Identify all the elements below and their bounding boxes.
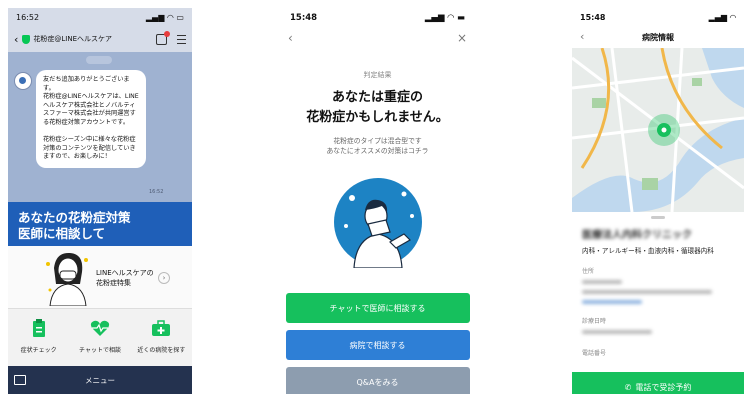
clipboard-icon [32,319,45,337]
menu-find-hospital[interactable]: 近くの病院を探す [131,309,192,367]
back-chevron-icon[interactable]: ‹ [14,33,18,46]
rich-menu: 症状チェック チャットで相談 近くの病院を探す [8,308,192,367]
signal-wifi-battery-icon: ▂▄▆ ◠ ▭ [145,12,184,22]
account-title: 花粉症@LINEヘルスケア [22,34,152,44]
sheet-handle[interactable] [651,216,665,219]
menu-label: 症状チェック [20,347,57,354]
keyboard-icon[interactable] [14,375,26,385]
bottom-menu-label: メニュー [85,375,115,385]
result-title: あなたは重症の 花粉症かもしれません。 [306,90,449,125]
sneezing-man-illustration [334,178,422,268]
menu-symptom-check[interactable]: 症状チェック [8,309,69,367]
account-name: 花粉症@LINEヘルスケア [33,35,113,43]
signal-wifi-battery-icon: ▂▄▆ ◠ ▬ [424,13,465,23]
address-line [582,290,712,294]
medical-kit-icon [152,320,171,336]
message-bubble: 友だち追加ありがとうございます。 花粉症@LINEヘルスケアは、LINEヘルスケ… [36,70,146,168]
hours-label: 診療日時 [582,318,607,325]
status-time: 15:48 [290,13,318,23]
hamburger-menu-icon[interactable] [177,34,186,44]
chat-doctor-button[interactable]: チャットで医師に相談する [285,293,470,323]
status-time: 16:52 [16,12,40,22]
call-reservation-button[interactable]: ✆ 電話で受診予約 [572,372,744,394]
status-bar: 15:48 ▂▄▆ ◠ [572,8,744,26]
back-chevron-icon[interactable]: ‹ [580,30,584,43]
line-chat-screen: 16:52 ▂▄▆ ◠ ▭ ‹ 花粉症@LINEヘルスケア 友だち追加ありがとう… [8,8,192,394]
address-label: 住所 [582,268,595,275]
hospital-info-screen: 15:48 ▂▄▆ ◠ ‹ 病院情報 医療法人内科クリニック 内科・アレルギー科… [572,8,744,394]
verified-shield-icon [22,34,31,44]
signal-wifi-battery-icon: ▂▄▆ ◠ [708,12,736,22]
diagnosis-result-screen: 15:48 ▂▄▆ ◠ ▬ ‹ × 判定結果 あなたは重症の 花粉症かもしれませ… [284,8,471,394]
hospital-departments: 内科・アレルギー科・血液内科・循環器内科 [582,247,714,255]
page-title: 病院情報 [642,32,674,42]
nav-row: ‹ × [284,28,471,48]
notification-badge [164,30,170,37]
result-subtext: 花粉症のタイプは混合型です あなたにオススメの対策はコチラ [326,137,429,155]
message-text: 友だち追加ありがとうございます。 花粉症@LINEヘルスケアは、LINEヘルスケ… [43,76,139,161]
heart-pulse-icon [90,320,110,336]
back-chevron-icon[interactable]: ‹ [288,31,293,45]
message-time: 16:52 [149,189,164,195]
menu-label: 近くの病院を探す [137,347,186,354]
hospital-name: 医療法人内科クリニック [582,230,692,241]
woman-with-mask-illustration [46,252,88,306]
map-view[interactable] [572,48,744,212]
chevron-right-icon[interactable]: › [158,272,170,284]
account-avatar[interactable] [14,72,32,90]
chat-header: ‹ 花粉症@LINEヘルスケア [8,26,192,53]
date-pill [86,56,112,64]
result-section-label: 判定結果 [363,71,392,79]
hospital-consult-button[interactable]: 病院で相談する [285,330,470,360]
pollen-feature-card[interactable]: LINEヘルスケアの 花粉症特集 › [8,246,192,308]
hospital-header: ‹ 病院情報 [572,26,744,49]
consult-banner[interactable]: あなたの花粉症対策 医師に相談して [8,202,192,246]
menu-label: チャットで相談 [79,347,121,354]
phone-label: 電話番号 [582,350,607,357]
menu-chat-consult[interactable]: チャットで相談 [69,309,130,367]
promo-text: LINEヘルスケアの 花粉症特集 [96,269,154,287]
status-bar: 16:52 ▂▄▆ ◠ ▭ [8,8,192,26]
hours-line [582,330,652,334]
bottom-menu-bar[interactable]: メニュー [8,366,192,394]
address-line [582,280,622,284]
notes-icon[interactable] [156,30,170,45]
phone-icon: ✆ [624,382,632,392]
call-button-label: 電話で受診予約 [635,382,692,392]
qa-button[interactable]: Q&Aをみる [285,367,470,394]
status-time: 15:48 [580,12,606,22]
map-link[interactable] [582,300,642,304]
status-bar: 15:48 ▂▄▆ ◠ ▬ [284,8,471,28]
close-icon[interactable]: × [457,31,467,45]
